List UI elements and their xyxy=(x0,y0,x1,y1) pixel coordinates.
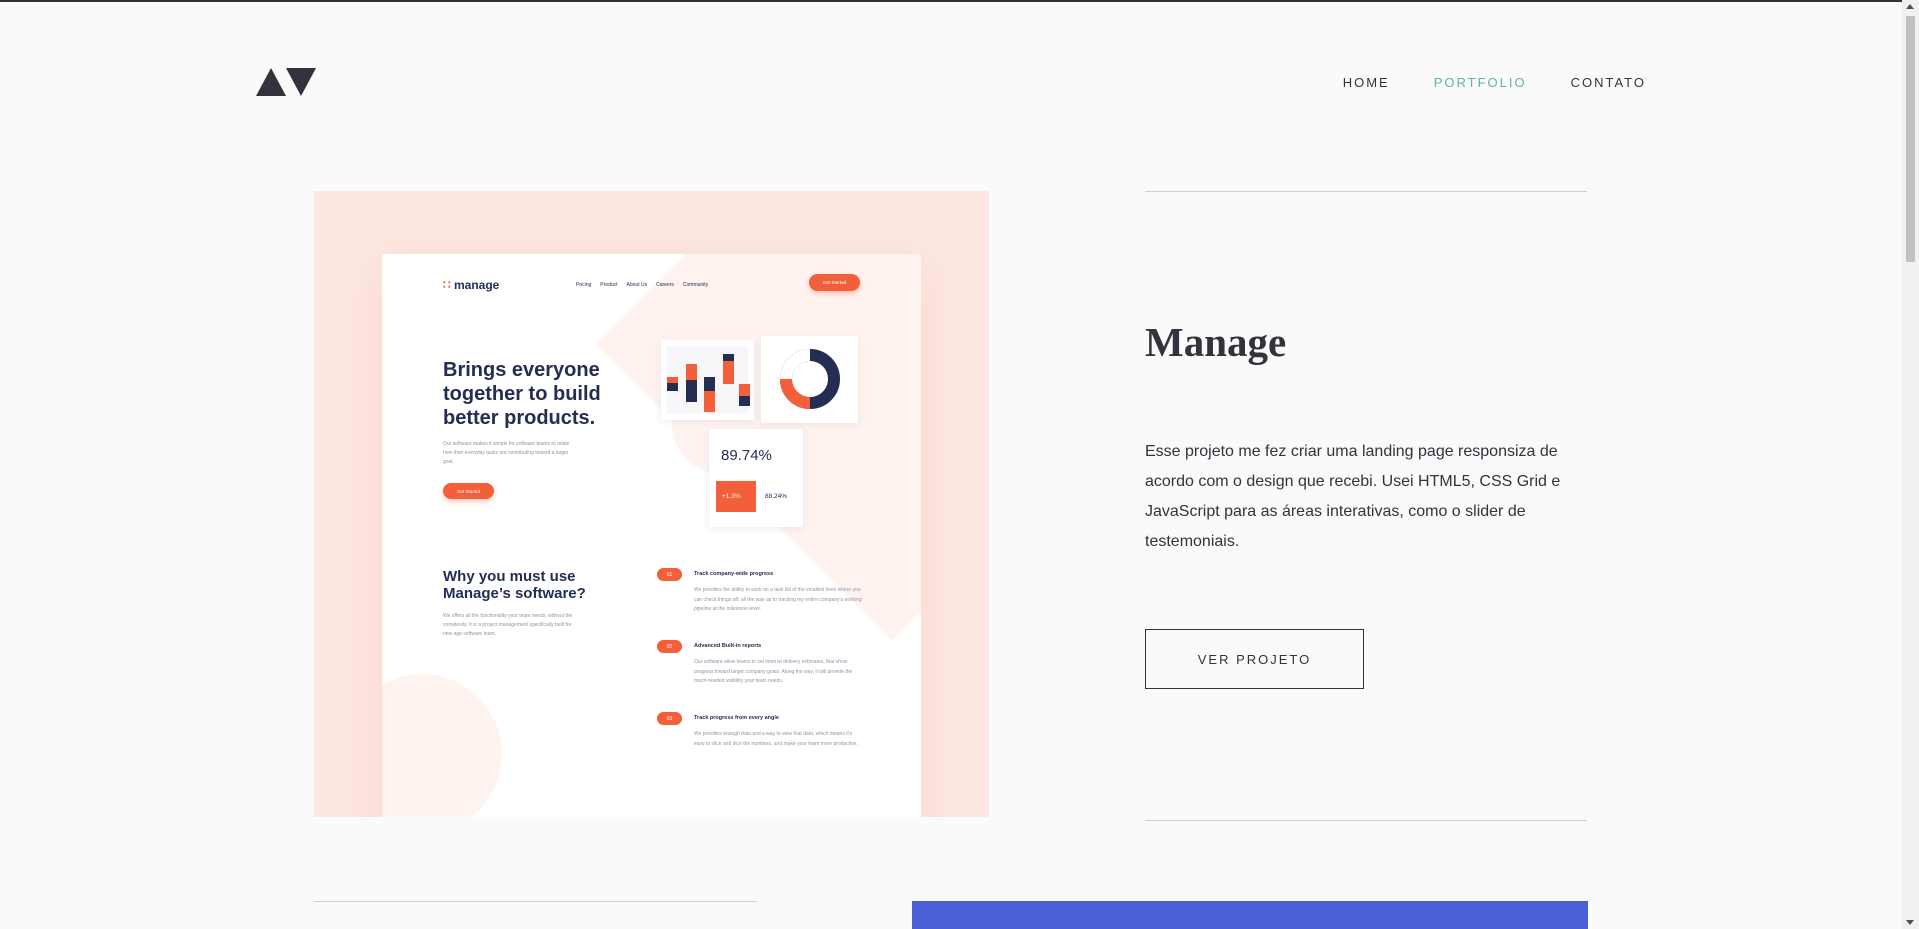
nav-home-link[interactable]: HOME xyxy=(1343,75,1390,90)
preview-feature-number: 01 xyxy=(657,568,682,581)
preview-stat-card: 89.74% +1.3% 88.24% xyxy=(709,429,803,527)
preview-feature-text: Our software allow teams to set internal… xyxy=(694,659,853,684)
view-project-button[interactable]: VER PROJETO xyxy=(1145,629,1364,689)
preview-why-title: Why you must use Manage’s software? xyxy=(443,568,586,602)
preview-hero-text: Our software makes it simple for softwar… xyxy=(443,441,570,465)
preview-logo: ∷ manage xyxy=(443,278,500,292)
preview-feature-title: Track company-wide progress xyxy=(694,571,774,577)
preview-donut-graphic xyxy=(780,349,840,409)
triangles-logo-icon[interactable] xyxy=(256,68,316,96)
nav-portfolio-link[interactable]: PORTFOLIO xyxy=(1434,75,1527,90)
project-preview-image: ∷ manage Pricing Product About Us Career… xyxy=(314,191,989,817)
preview-feature-title: Track progress from every angle xyxy=(694,715,779,721)
preview-bg-circle xyxy=(382,674,502,817)
preview-nav-item: Careers xyxy=(656,282,674,288)
preview-stat-small: 88.24% xyxy=(765,493,788,500)
preview-why-text: We offers all the functionality your tea… xyxy=(443,613,573,637)
preview-bar-graphic xyxy=(667,346,750,414)
preview-feature-title: Advanced Built-in reports xyxy=(694,643,762,649)
preview-bar-card xyxy=(661,340,754,420)
preview-nav-item: Pricing xyxy=(576,282,592,288)
preview-stat-up: +1.3% xyxy=(722,493,741,500)
main-nav: HOME PORTFOLIO CONTATO xyxy=(1343,75,1646,90)
page-scrollbar[interactable] xyxy=(1902,0,1919,929)
divider-top xyxy=(1145,191,1587,192)
project-title: Manage xyxy=(1145,319,1287,365)
scroll-down-arrow-icon[interactable] xyxy=(1906,920,1914,925)
divider-bottom xyxy=(1145,820,1587,821)
preview-stat-up-box: +1.3% xyxy=(716,481,756,512)
preview-stat-main: 89.74% xyxy=(721,447,772,464)
preview-nav-item: Product xyxy=(600,282,618,288)
next-divider xyxy=(314,901,757,902)
preview-feature-number: 02 xyxy=(657,640,682,653)
preview-logo-text: manage xyxy=(453,278,500,292)
preview-feature-text: We provides the ability to work on a tas… xyxy=(694,587,862,612)
scrollbar-thumb[interactable] xyxy=(1906,16,1915,262)
window-top-border xyxy=(0,0,1919,2)
preview-hero-button: Get Started xyxy=(443,483,494,499)
project-description: Esse projeto me fez criar uma landing pa… xyxy=(1145,443,1561,550)
preview-get-started-button: Get Started xyxy=(809,274,860,291)
preview-hero-title: Brings everyone together to build better… xyxy=(443,359,601,429)
preview-nav: Pricing Product About Us Careers Communi… xyxy=(576,282,708,288)
preview-donut-card xyxy=(761,336,858,423)
preview-nav-item: Community xyxy=(682,282,709,288)
nav-contact-link[interactable]: CONTATO xyxy=(1571,75,1646,90)
preview-feature-text: We provides enough data and a way to vie… xyxy=(694,731,858,747)
scroll-up-arrow-icon[interactable] xyxy=(1906,4,1914,9)
next-project-image xyxy=(912,901,1588,929)
preview-feature-number: 03 xyxy=(657,712,682,725)
preview-landing-page: ∷ manage Pricing Product About Us Career… xyxy=(382,254,921,817)
preview-nav-item: About Us xyxy=(626,282,648,288)
